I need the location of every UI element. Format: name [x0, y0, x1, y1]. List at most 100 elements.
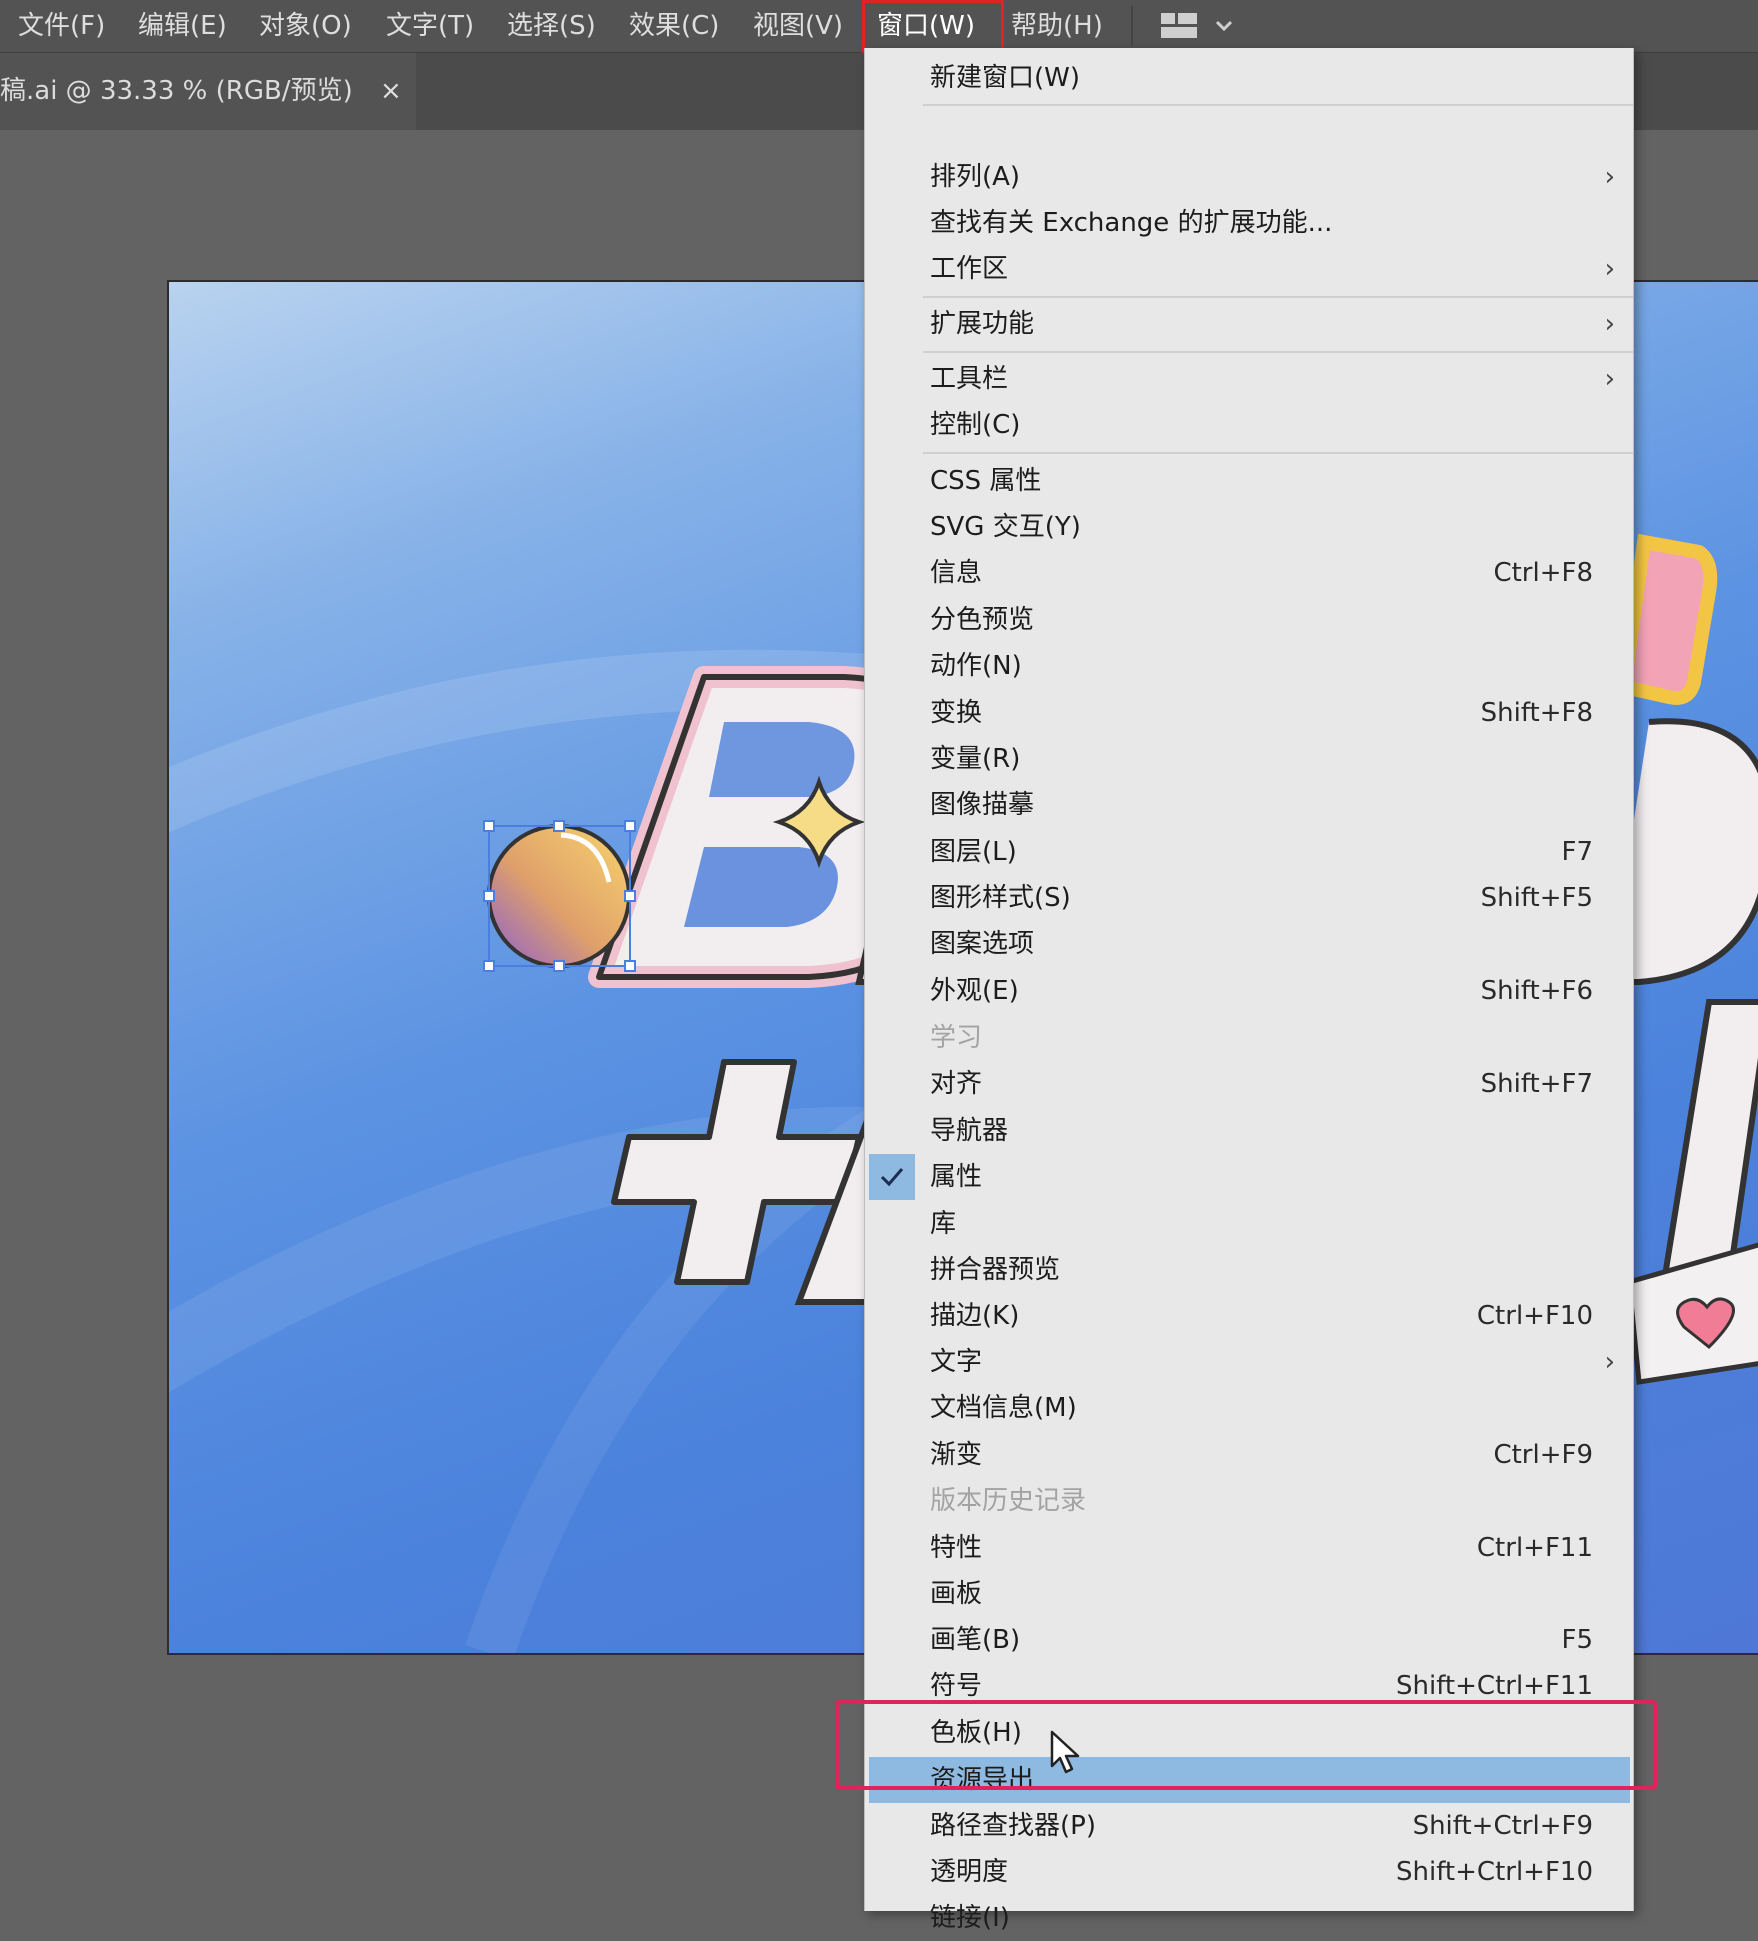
- menu-item[interactable]: 新建窗口(W): [865, 55, 1633, 101]
- menu-item-shortcut: F5: [1561, 1625, 1594, 1655]
- menu-item-shortcut: Ctrl+F9: [1493, 1440, 1593, 1470]
- menu-item[interactable]: 属性: [865, 1154, 1633, 1200]
- menu-item-label: 工作区: [930, 254, 1009, 284]
- gradient-circle[interactable]: [487, 824, 631, 968]
- menu-file[interactable]: 文件(F): [18, 0, 105, 52]
- menu-item-label: 画板: [930, 1579, 983, 1609]
- menu-edit[interactable]: 编辑(E): [138, 0, 227, 52]
- checkmark-icon: [869, 1154, 915, 1200]
- menu-item-label: 文档信息(M): [930, 1393, 1077, 1423]
- menu-item-label: 动作(N): [930, 651, 1022, 681]
- menu-item-label: 路径查找器(P): [930, 1811, 1096, 1841]
- menu-item[interactable]: 动作(N): [865, 643, 1633, 689]
- menu-item-label: 学习: [930, 1023, 983, 1053]
- menu-item-label: 拼合器预览: [930, 1255, 1061, 1285]
- menu-item-label: 库: [930, 1209, 957, 1239]
- menu-item[interactable]: 图案选项: [865, 921, 1633, 967]
- menu-item-shortcut: F7: [1561, 837, 1594, 867]
- menu-item-label: 画笔(B): [930, 1625, 1021, 1655]
- menu-item-label: 版本历史记录: [930, 1486, 1087, 1516]
- menu-item[interactable]: 渐变 Ctrl+F9: [865, 1432, 1633, 1478]
- menu-item[interactable]: 库: [865, 1201, 1633, 1247]
- menu-item[interactable]: 图层(L) F7: [865, 829, 1633, 875]
- menu-separator: [923, 104, 1633, 106]
- menu-item-shortcut: Shift+Ctrl+F10: [1396, 1857, 1593, 1887]
- menu-item[interactable]: 控制(C): [865, 402, 1633, 448]
- menu-item-label: 排列(A): [930, 162, 1021, 192]
- menu-item[interactable]: 透明度 Shift+Ctrl+F10: [865, 1849, 1633, 1895]
- menu-item-label: SVG 交互(Y): [930, 512, 1081, 542]
- menu-item-label: 链接(I): [930, 1903, 1010, 1933]
- menu-item-label: 图层(L): [930, 837, 1017, 867]
- menu-item-label: 特性: [930, 1533, 983, 1563]
- menu-item-label: 透明度: [930, 1857, 1009, 1887]
- window-dropdown-menu: 新建窗口(W) 排列(A) › 查找有关 Exchange 的扩展功能... 工作区 › 扩…: [864, 48, 1634, 1933]
- menu-item[interactable]: 图像描摹: [865, 782, 1633, 828]
- chevron-right-icon: ›: [1604, 254, 1615, 284]
- menu-item[interactable]: 查找有关 Exchange 的扩展功能...: [865, 200, 1633, 246]
- menu-item[interactable]: 分色预览: [865, 597, 1633, 643]
- menu-item-shortcut: Shift+Ctrl+F9: [1412, 1811, 1593, 1841]
- menu-item[interactable]: 扩展功能 ›: [865, 301, 1633, 347]
- chevron-right-icon: ›: [1604, 162, 1615, 192]
- menu-item-label: 属性: [930, 1162, 983, 1192]
- menu-item-shortcut: Shift+F8: [1480, 698, 1593, 728]
- menu-item[interactable]: 外观(E) Shift+F6: [865, 968, 1633, 1014]
- menu-item-label: 工具栏: [930, 364, 1009, 394]
- menu-item[interactable]: 画板: [865, 1571, 1633, 1617]
- menu-item-label: 变量(R): [930, 744, 1021, 774]
- menu-effect[interactable]: 效果(C): [629, 0, 719, 52]
- menu-item-label: 查找有关 Exchange 的扩展功能...: [930, 208, 1333, 238]
- menu-item[interactable]: 描边(K) Ctrl+F10: [865, 1293, 1633, 1339]
- menu-item[interactable]: CSS 属性: [865, 458, 1633, 504]
- menu-item-label: 对齐: [930, 1069, 983, 1099]
- menu-item-label: 导航器: [930, 1116, 1009, 1146]
- menu-item-label: 新建窗口(W): [930, 63, 1080, 93]
- menu-item[interactable]: 文字 ›: [865, 1339, 1633, 1385]
- letter-partial-shape: [1660, 999, 1758, 1285]
- menu-item-label: 图形样式(S): [930, 883, 1071, 913]
- menu-item-shortcut: Ctrl+F8: [1493, 558, 1593, 588]
- menu-item[interactable]: 工作区 ›: [865, 246, 1633, 292]
- menu-item-label: 信息: [930, 558, 983, 588]
- chevron-right-icon: ›: [1604, 309, 1615, 339]
- close-icon[interactable]: ×: [380, 53, 402, 130]
- letter-b-counter: [684, 847, 838, 927]
- menu-item[interactable]: 信息 Ctrl+F8: [865, 550, 1633, 596]
- pink-tag-shape: [1616, 533, 1718, 705]
- letter-b-counter: [709, 722, 855, 797]
- menu-item-shortcut: Ctrl+F11: [1476, 1533, 1593, 1563]
- menu-separator: [923, 351, 1633, 353]
- menu-item[interactable]: SVG 交互(Y): [865, 504, 1633, 550]
- menu-item[interactable]: 变换 Shift+F8: [865, 690, 1633, 736]
- menu-item[interactable]: 特性 Ctrl+F11: [865, 1525, 1633, 1571]
- menu-item-label: 渐变: [930, 1440, 983, 1470]
- menu-type[interactable]: 文字(T): [386, 0, 474, 52]
- menu-item-label: 分色预览: [930, 605, 1035, 635]
- menu-item[interactable]: 对齐 Shift+F7: [865, 1061, 1633, 1107]
- menu-item[interactable]: 文档信息(M): [865, 1385, 1633, 1431]
- chevron-right-icon: ›: [1604, 1347, 1615, 1377]
- menu-item[interactable]: 排列(A) ›: [865, 154, 1633, 200]
- document-tab[interactable]: 稿.ai @ 33.33 % (RGB/预览) ×: [0, 53, 416, 130]
- menu-select[interactable]: 选择(S): [507, 0, 596, 52]
- menu-item-label: 文字: [930, 1347, 983, 1377]
- menu-item[interactable]: 链接(I): [865, 1895, 1633, 1941]
- chevron-right-icon: ›: [1604, 364, 1615, 394]
- asset-export-highlight-box: [835, 1700, 1657, 1790]
- menu-item[interactable]: 导航器: [865, 1108, 1633, 1154]
- menu-item[interactable]: 图形样式(S) Shift+F5: [865, 875, 1633, 921]
- menu-item: 版本历史记录: [865, 1478, 1633, 1524]
- menu-item-label: CSS 属性: [930, 466, 1042, 496]
- menu-item[interactable]: 工具栏 ›: [865, 356, 1633, 402]
- workspace-switcher-icon[interactable]: [1159, 9, 1243, 43]
- menu-item[interactable]: 拼合器预览: [865, 1247, 1633, 1293]
- menu-item[interactable]: 路径查找器(P) Shift+Ctrl+F9: [865, 1803, 1633, 1849]
- menu-object[interactable]: 对象(O): [259, 0, 352, 52]
- menu-item[interactable]: 画笔(B) F5: [865, 1617, 1633, 1663]
- mouse-cursor-icon: [1050, 1730, 1080, 1774]
- menu-view[interactable]: 视图(V): [753, 0, 843, 52]
- menu-item-shortcut: Shift+F7: [1480, 1069, 1593, 1099]
- menu-item[interactable]: 变量(R): [865, 736, 1633, 782]
- menu-help[interactable]: 帮助(H): [1011, 0, 1103, 52]
